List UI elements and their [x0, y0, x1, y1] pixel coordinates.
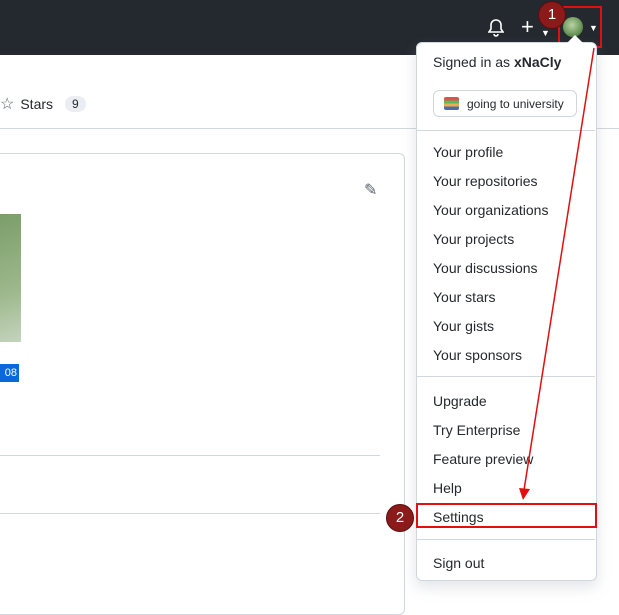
plus-icon[interactable]: +	[521, 16, 534, 38]
menu-item-your-profile[interactable]: Your profile	[433, 144, 503, 160]
stars-counter: 9	[65, 96, 86, 112]
pencil-icon[interactable]: ✎	[364, 180, 377, 200]
menu-item-sign-out[interactable]: Sign out	[433, 555, 484, 571]
signed-in-prefix: Signed in as	[433, 54, 511, 70]
menu-item-your-discussions[interactable]: Your discussions	[433, 260, 538, 276]
bell-icon[interactable]	[487, 19, 505, 40]
profile-card	[0, 153, 405, 615]
star-icon: ☆	[0, 96, 15, 113]
step-1-marker: 1	[538, 1, 566, 29]
menu-item-your-projects[interactable]: Your projects	[433, 231, 514, 247]
status-text: going to university	[467, 96, 564, 111]
menu-caret	[567, 35, 583, 43]
menu-item-your-repositories[interactable]: Your repositories	[433, 173, 538, 189]
card-divider	[0, 513, 380, 514]
menu-divider	[417, 539, 595, 540]
books-icon	[444, 97, 459, 110]
user-dropdown-menu	[416, 42, 597, 581]
menu-item-help[interactable]: Help	[433, 480, 462, 496]
status-badge: 08	[0, 364, 19, 382]
menu-divider	[417, 130, 595, 131]
menu-item-your-gists[interactable]: Your gists	[433, 318, 494, 334]
username: xNaCly	[513, 54, 562, 70]
settings-highlight-box	[416, 503, 597, 528]
menu-item-feature-preview[interactable]: Feature preview	[433, 451, 533, 467]
menu-item-your-stars[interactable]: Your stars	[433, 289, 496, 305]
signed-in-label: Signed in as xNaCly	[433, 54, 561, 70]
menu-divider	[417, 376, 595, 377]
tab-stars-label: Stars	[20, 96, 54, 112]
set-status-button[interactable]: going to university	[433, 90, 577, 117]
menu-item-your-sponsors[interactable]: Your sponsors	[433, 347, 522, 363]
card-divider	[0, 455, 380, 456]
step-2-marker: 2	[386, 504, 414, 532]
menu-item-upgrade[interactable]: Upgrade	[433, 393, 487, 409]
profile-photo	[0, 214, 21, 342]
menu-item-try-enterprise[interactable]: Try Enterprise	[433, 422, 520, 438]
tab-stars[interactable]: ☆ Stars 9	[0, 94, 86, 114]
menu-item-your-organizations[interactable]: Your organizations	[433, 202, 548, 218]
